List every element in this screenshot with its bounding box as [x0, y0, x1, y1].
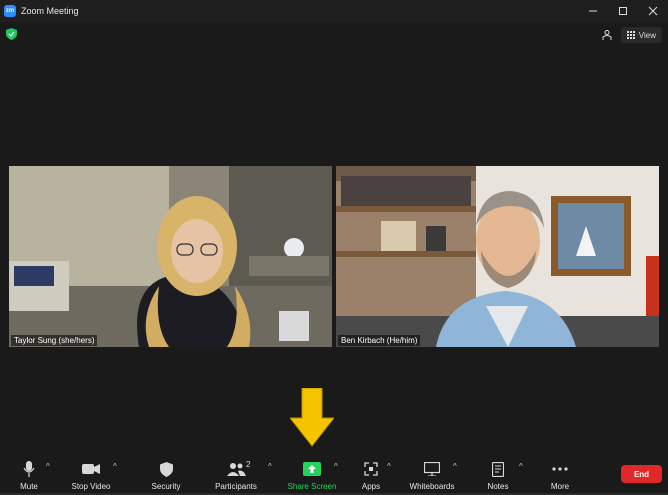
immersive-button[interactable]	[599, 27, 615, 43]
view-button[interactable]: View	[620, 27, 662, 43]
maximize-icon	[619, 7, 627, 15]
view-label: View	[638, 30, 656, 40]
end-meeting-button[interactable]: End	[621, 465, 662, 483]
notes-label: Notes	[487, 482, 509, 491]
share-screen-button[interactable]: Share Screen	[287, 452, 337, 495]
participants-label: Participants	[215, 482, 257, 491]
mute-label: Mute	[20, 482, 38, 491]
participant-video	[9, 166, 332, 347]
mute-button[interactable]: Mute	[14, 452, 44, 495]
notes-icon	[492, 461, 504, 477]
zoom-logo-icon: zm	[4, 5, 16, 17]
microphone-icon	[23, 461, 35, 477]
participants-icon	[227, 463, 246, 476]
maximize-button[interactable]	[608, 0, 638, 22]
window-controls	[578, 0, 668, 22]
share-screen-label: Share Screen	[287, 482, 337, 491]
more-dots-icon	[552, 467, 568, 471]
video-tile-taylor[interactable]: Taylor Sung (she/hers)	[9, 166, 332, 347]
video-camera-icon	[82, 464, 100, 474]
whiteboards-options-caret[interactable]: ^	[453, 462, 457, 471]
apps-options-caret[interactable]: ^	[387, 462, 391, 471]
whiteboards-label: Whiteboards	[409, 482, 455, 491]
participants-options-caret[interactable]: ^	[268, 462, 272, 471]
participants-count: 2	[246, 460, 251, 469]
notes-button[interactable]: Notes	[484, 452, 512, 495]
meeting-toolbar: Mute ^ Stop Video ^ Security Participant…	[0, 452, 668, 495]
video-tile-ben[interactable]: Ben Kirbach (He/him)	[336, 166, 659, 347]
minimize-icon	[589, 10, 597, 12]
down-arrow-annotation-icon	[290, 388, 334, 447]
mute-options-caret[interactable]: ^	[46, 462, 50, 471]
whiteboard-icon	[424, 462, 440, 476]
minimize-button[interactable]	[578, 0, 608, 22]
security-button[interactable]: Security	[147, 452, 185, 495]
video-options-caret[interactable]: ^	[113, 462, 117, 471]
notes-options-caret[interactable]: ^	[519, 462, 523, 471]
apps-label: Apps	[361, 482, 381, 491]
window-title: Zoom Meeting	[21, 6, 79, 16]
stop-video-label: Stop Video	[71, 482, 111, 491]
grid-icon	[626, 31, 635, 39]
close-button[interactable]	[638, 0, 668, 22]
share-screen-icon	[303, 462, 321, 476]
participant-video	[336, 166, 659, 347]
apps-icon	[364, 462, 378, 476]
participants-button[interactable]: Participants	[212, 452, 260, 495]
whiteboards-button[interactable]: Whiteboards	[407, 452, 457, 495]
more-button[interactable]: More	[546, 452, 574, 495]
stop-video-button[interactable]: Stop Video	[68, 452, 114, 495]
apps-button[interactable]: Apps	[356, 452, 386, 495]
close-icon	[648, 6, 658, 16]
title-bar: zm Zoom Meeting	[0, 0, 668, 22]
security-shield-icon	[159, 461, 173, 477]
participant-name-label: Ben Kirbach (He/him)	[338, 335, 421, 346]
more-label: More	[550, 482, 570, 491]
security-label: Security	[151, 482, 181, 491]
participant-name-label: Taylor Sung (she/hers)	[11, 335, 98, 346]
view-controls: View	[599, 27, 662, 43]
encryption-shield-icon[interactable]	[6, 28, 17, 40]
person-frame-icon	[602, 30, 612, 40]
share-options-caret[interactable]: ^	[334, 462, 338, 471]
